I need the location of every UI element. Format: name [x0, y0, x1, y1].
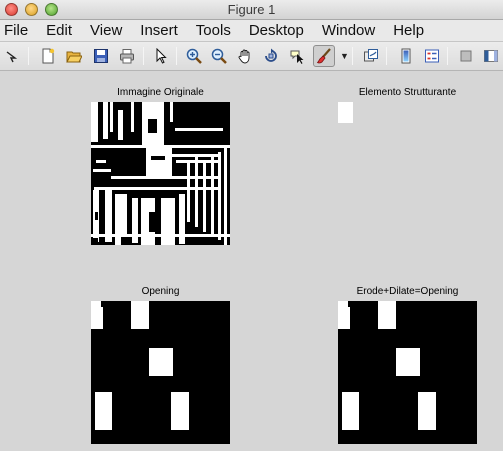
rotate-3d-icon[interactable]: [262, 47, 280, 65]
new-figure-icon[interactable]: [39, 47, 57, 65]
brush-icon: [315, 47, 333, 65]
menu-tools[interactable]: Tools: [196, 22, 240, 39]
figure-toolbar: ▼: [0, 42, 503, 71]
figure-canvas: Immagine Originale Elemento Strutturante…: [0, 72, 503, 451]
link-plot-icon[interactable]: [362, 47, 380, 65]
save-icon[interactable]: [92, 47, 110, 65]
menu-desktop[interactable]: Desktop: [249, 22, 313, 39]
brush-dropdown-icon[interactable]: ▼: [340, 51, 349, 61]
original-image-axes[interactable]: [91, 102, 230, 245]
menu-view[interactable]: View: [90, 22, 131, 39]
toolbar-separator: [352, 47, 353, 65]
colorbar-icon[interactable]: [397, 47, 415, 65]
menu-file[interactable]: File: [4, 22, 37, 39]
toolbar-separator: [386, 47, 387, 65]
print-icon[interactable]: [118, 47, 136, 65]
zoom-out-icon[interactable]: [210, 47, 228, 65]
toolbar-separator: [447, 47, 448, 65]
hide-plot-tools-icon[interactable]: [457, 47, 475, 65]
zoom-in-icon[interactable]: [185, 47, 203, 65]
structuring-element-axes[interactable]: [338, 102, 353, 123]
title-bar: Figure 1: [0, 0, 503, 20]
toolbar-separator: [28, 47, 29, 65]
show-plot-tools-icon[interactable]: [482, 47, 500, 65]
figure-window: Figure 1 File Edit View Insert Tools Des…: [0, 0, 503, 451]
menu-help[interactable]: Help: [393, 22, 433, 39]
data-cursor-icon[interactable]: [288, 47, 306, 65]
menu-window[interactable]: Window: [322, 22, 384, 39]
arrow-icon[interactable]: [3, 47, 21, 65]
axes-title-structuring-element: Elemento Strutturante: [358, 87, 457, 98]
toolbar-separator: [176, 47, 177, 65]
legend-icon[interactable]: [423, 47, 441, 65]
open-file-icon[interactable]: [65, 47, 83, 65]
edit-plot-icon[interactable]: [152, 47, 170, 65]
axes-title-original: Immagine Originale: [117, 87, 204, 98]
menu-edit[interactable]: Edit: [46, 22, 81, 39]
menu-bar: File Edit View Insert Tools Desktop Wind…: [0, 20, 503, 42]
erode-dilate-axes[interactable]: [338, 301, 477, 444]
axes-title-opening: Opening: [141, 286, 180, 297]
pan-icon[interactable]: [236, 47, 254, 65]
opening-axes[interactable]: [91, 301, 230, 444]
axes-title-erode-dilate: Erode+Dilate=Opening: [356, 286, 459, 297]
window-title: Figure 1: [227, 2, 276, 17]
toolbar-separator: [143, 47, 144, 65]
menu-insert[interactable]: Insert: [140, 22, 187, 39]
